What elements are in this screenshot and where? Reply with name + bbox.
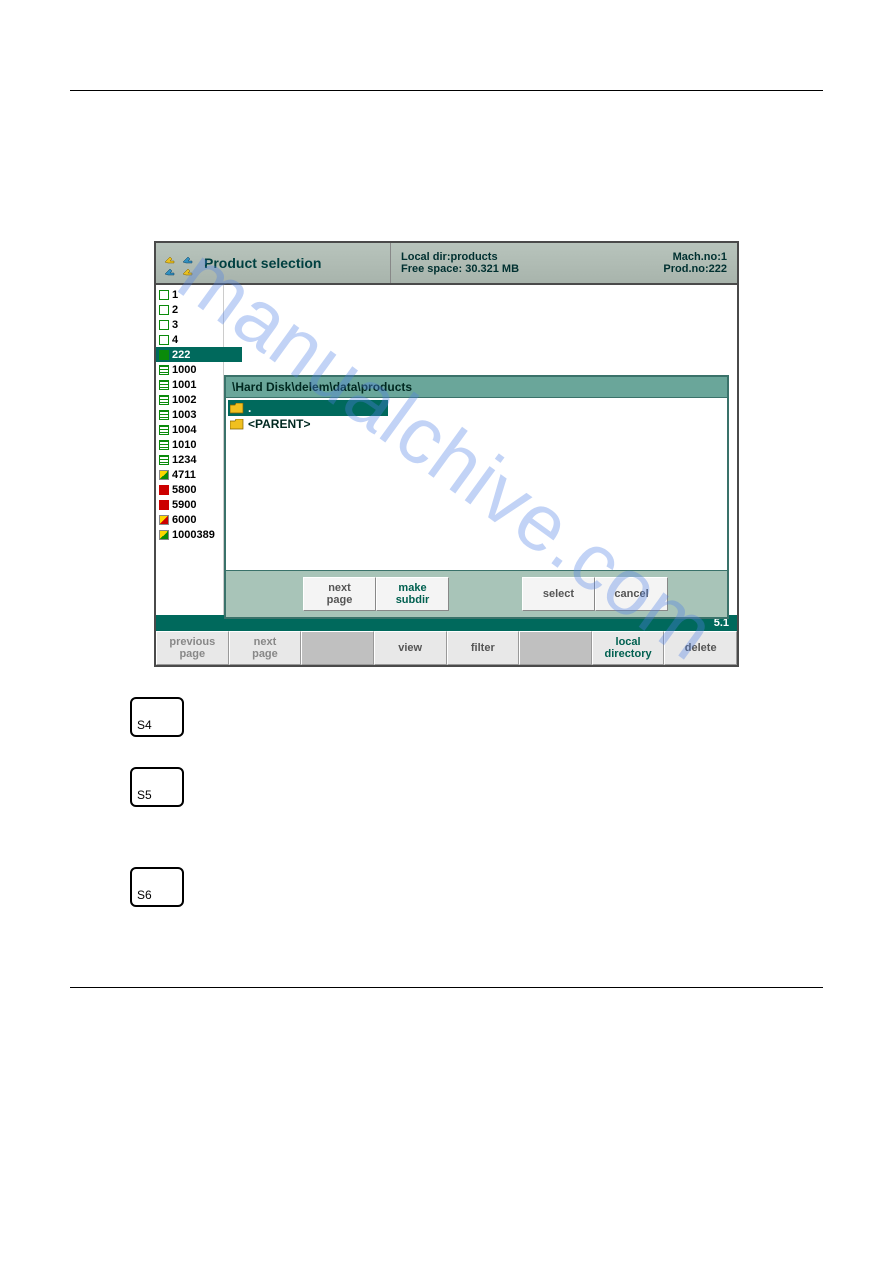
product-label: 1004 [172, 424, 196, 436]
product-label: 1 [172, 289, 178, 301]
product-status-icon [159, 410, 169, 420]
key-row: S4 [130, 697, 823, 737]
product-status-icon [159, 425, 169, 435]
hand-icon-group [164, 252, 198, 274]
next-page-button[interactable]: nextpage [229, 631, 302, 665]
blank-button [519, 631, 592, 665]
product-status-icon [159, 320, 169, 330]
product-item[interactable]: 1003 [156, 407, 223, 422]
next-page-button[interactable]: nextpage [303, 577, 376, 611]
hand-icon [164, 264, 180, 274]
directory-label: <PARENT> [248, 417, 310, 431]
product-item[interactable]: 1000 [156, 362, 223, 377]
directory-listing: . <PARENT> [226, 398, 727, 570]
free-space: Free space: 30.321 MB [401, 263, 519, 275]
product-label: 4711 [172, 469, 196, 481]
mach-no: Mach.no:1 [673, 251, 727, 263]
product-item[interactable]: 222 [156, 347, 242, 362]
product-label: 3 [172, 319, 178, 331]
product-item[interactable]: 4 [156, 332, 223, 347]
folder-icon [230, 419, 244, 430]
product-item[interactable]: 1004 [156, 422, 223, 437]
filter-button[interactable]: filter [447, 631, 520, 665]
product-label: 1002 [172, 394, 196, 406]
product-label: 222 [172, 349, 190, 361]
hand-icon [182, 252, 198, 262]
product-status-icon [159, 485, 169, 495]
s6-key: S6 [130, 867, 184, 907]
make-subdir-button[interactable]: makesubdir [376, 577, 449, 611]
product-item[interactable]: 1002 [156, 392, 223, 407]
product-label: 1001 [172, 379, 196, 391]
hand-icon [182, 264, 198, 274]
directory-item[interactable]: . [228, 400, 388, 416]
dialog-blank-button [230, 577, 303, 611]
product-status-icon [159, 455, 169, 465]
product-label: 1000389 [172, 529, 215, 541]
product-label: 1234 [172, 454, 196, 466]
view-button[interactable]: view [374, 631, 447, 665]
directory-item[interactable]: <PARENT> [228, 416, 725, 432]
product-item[interactable]: 2 [156, 302, 223, 317]
product-status-icon [159, 440, 169, 450]
product-item[interactable]: 3 [156, 317, 223, 332]
product-label: 5900 [172, 499, 196, 511]
key-row: S6 [130, 867, 823, 907]
product-label: 1003 [172, 409, 196, 421]
product-status-icon [159, 515, 169, 525]
hand-icon [164, 252, 180, 262]
product-status-icon [159, 290, 169, 300]
cancel-button[interactable]: cancel [595, 577, 668, 611]
dialog-blank-button [449, 577, 522, 611]
product-status-icon [159, 470, 169, 480]
product-item[interactable]: 5900 [156, 497, 223, 512]
product-label: 1010 [172, 439, 196, 451]
product-status-icon [159, 305, 169, 315]
product-label: 4 [172, 334, 178, 346]
key-row: S5 [130, 767, 823, 807]
app-window: Product selection Local dir:products Mac… [154, 241, 739, 667]
product-item[interactable]: 6000 [156, 512, 223, 527]
folder-icon [230, 403, 244, 414]
product-item[interactable]: 1000389 [156, 527, 223, 542]
product-item[interactable]: 4711 [156, 467, 223, 482]
product-status-icon [159, 365, 169, 375]
local-directory-button[interactable]: localdirectory [592, 631, 665, 665]
product-status-icon [159, 350, 169, 360]
s5-key: S5 [130, 767, 184, 807]
s4-key: S4 [130, 697, 184, 737]
directory-dialog: \Hard Disk\delem\data\products . <PARENT>… [224, 375, 729, 619]
product-status-icon [159, 380, 169, 390]
product-status-icon [159, 530, 169, 540]
product-status-icon [159, 500, 169, 510]
product-item[interactable]: 5800 [156, 482, 223, 497]
local-dir-label: Local dir:products [401, 251, 498, 263]
prod-no: Prod.no:222 [663, 263, 727, 275]
product-item[interactable]: 1 [156, 287, 223, 302]
select-button[interactable]: select [522, 577, 595, 611]
directory-path: \Hard Disk\delem\data\products [226, 377, 727, 398]
product-label: 6000 [172, 514, 196, 526]
product-list: 1234222100010011002100310041010123447115… [156, 285, 224, 615]
dialog-button-row: nextpage makesubdir select cancel [226, 570, 727, 617]
product-label: 5800 [172, 484, 196, 496]
window-title: Product selection [204, 255, 321, 271]
blank-button [301, 631, 374, 665]
product-status-icon [159, 395, 169, 405]
titlebar: Product selection Local dir:products Mac… [156, 243, 737, 285]
product-item[interactable]: 1234 [156, 452, 223, 467]
product-item[interactable]: 1010 [156, 437, 223, 452]
softkey-row: previouspage nextpage view filter locald… [156, 631, 737, 665]
product-label: 2 [172, 304, 178, 316]
product-label: 1000 [172, 364, 196, 376]
directory-label: . [248, 401, 251, 415]
product-status-icon [159, 335, 169, 345]
product-item[interactable]: 1001 [156, 377, 223, 392]
previous-page-button[interactable]: previouspage [156, 631, 229, 665]
delete-button[interactable]: delete [664, 631, 737, 665]
